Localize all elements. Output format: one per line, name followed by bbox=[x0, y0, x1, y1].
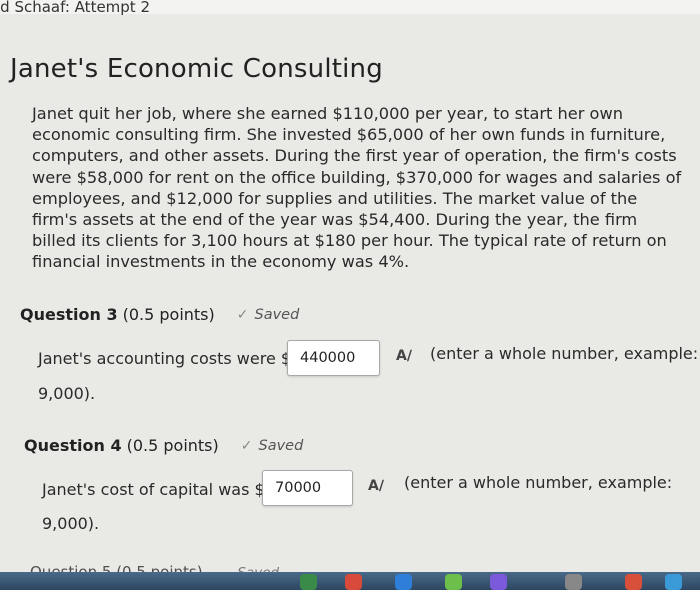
question-3-points: (0.5 points) bbox=[122, 305, 215, 324]
check-icon: ✓ bbox=[236, 306, 249, 323]
question-4-header: Question 4 (0.5 points) ✓ Saved bbox=[24, 436, 303, 455]
dock-app-icon[interactable] bbox=[490, 574, 507, 590]
question-3-prompt: Janet's accounting costs were $ bbox=[38, 349, 292, 368]
question-4-saved-status: ✓ Saved bbox=[241, 438, 304, 454]
question-4-prompt: Janet's cost of capital was $ bbox=[42, 480, 265, 499]
dock-app-icon[interactable] bbox=[395, 574, 412, 590]
question-3-hint-cont: 9,000). bbox=[38, 384, 96, 403]
saved-label: Saved bbox=[254, 306, 300, 323]
question-3-header: Question 3 (0.5 points) ✓ Saved bbox=[20, 305, 299, 324]
question-3-answer-input[interactable]: 440000 bbox=[287, 340, 380, 376]
dock-app-icon[interactable] bbox=[665, 574, 682, 590]
attempt-title: id Schaaf: Attempt 2 bbox=[0, 0, 150, 16]
check-icon: ✓ bbox=[240, 437, 253, 454]
question-4-answer-input[interactable]: 70000 bbox=[262, 470, 353, 506]
question-3-saved-status: ✓ Saved bbox=[237, 307, 300, 323]
dock-app-icon[interactable] bbox=[625, 574, 642, 590]
dock-app-icon[interactable] bbox=[345, 574, 362, 590]
question-3-hint: (enter a whole number, example: bbox=[430, 344, 699, 363]
spell-check-icon[interactable]: A∕ bbox=[396, 348, 412, 364]
saved-label: Saved bbox=[258, 437, 304, 454]
dock-app-icon[interactable] bbox=[445, 574, 462, 590]
question-4-hint-cont: 9,000). bbox=[42, 514, 100, 533]
spell-check-icon[interactable]: A∕ bbox=[368, 478, 384, 494]
question-3-label: Question 3 bbox=[20, 305, 118, 324]
window-title-bar: id Schaaf: Attempt 2 bbox=[0, 0, 700, 16]
question-4-label: Question 4 bbox=[24, 436, 122, 455]
page-title: Janet's Economic Consulting bbox=[10, 54, 383, 84]
question-4-hint: (enter a whole number, example: bbox=[404, 473, 673, 492]
dock-app-icon[interactable] bbox=[300, 574, 317, 590]
problem-description: Janet quit her job, where she earned $11… bbox=[32, 104, 682, 272]
dock-app-icon[interactable] bbox=[565, 574, 582, 590]
question-4-points: (0.5 points) bbox=[126, 436, 219, 455]
